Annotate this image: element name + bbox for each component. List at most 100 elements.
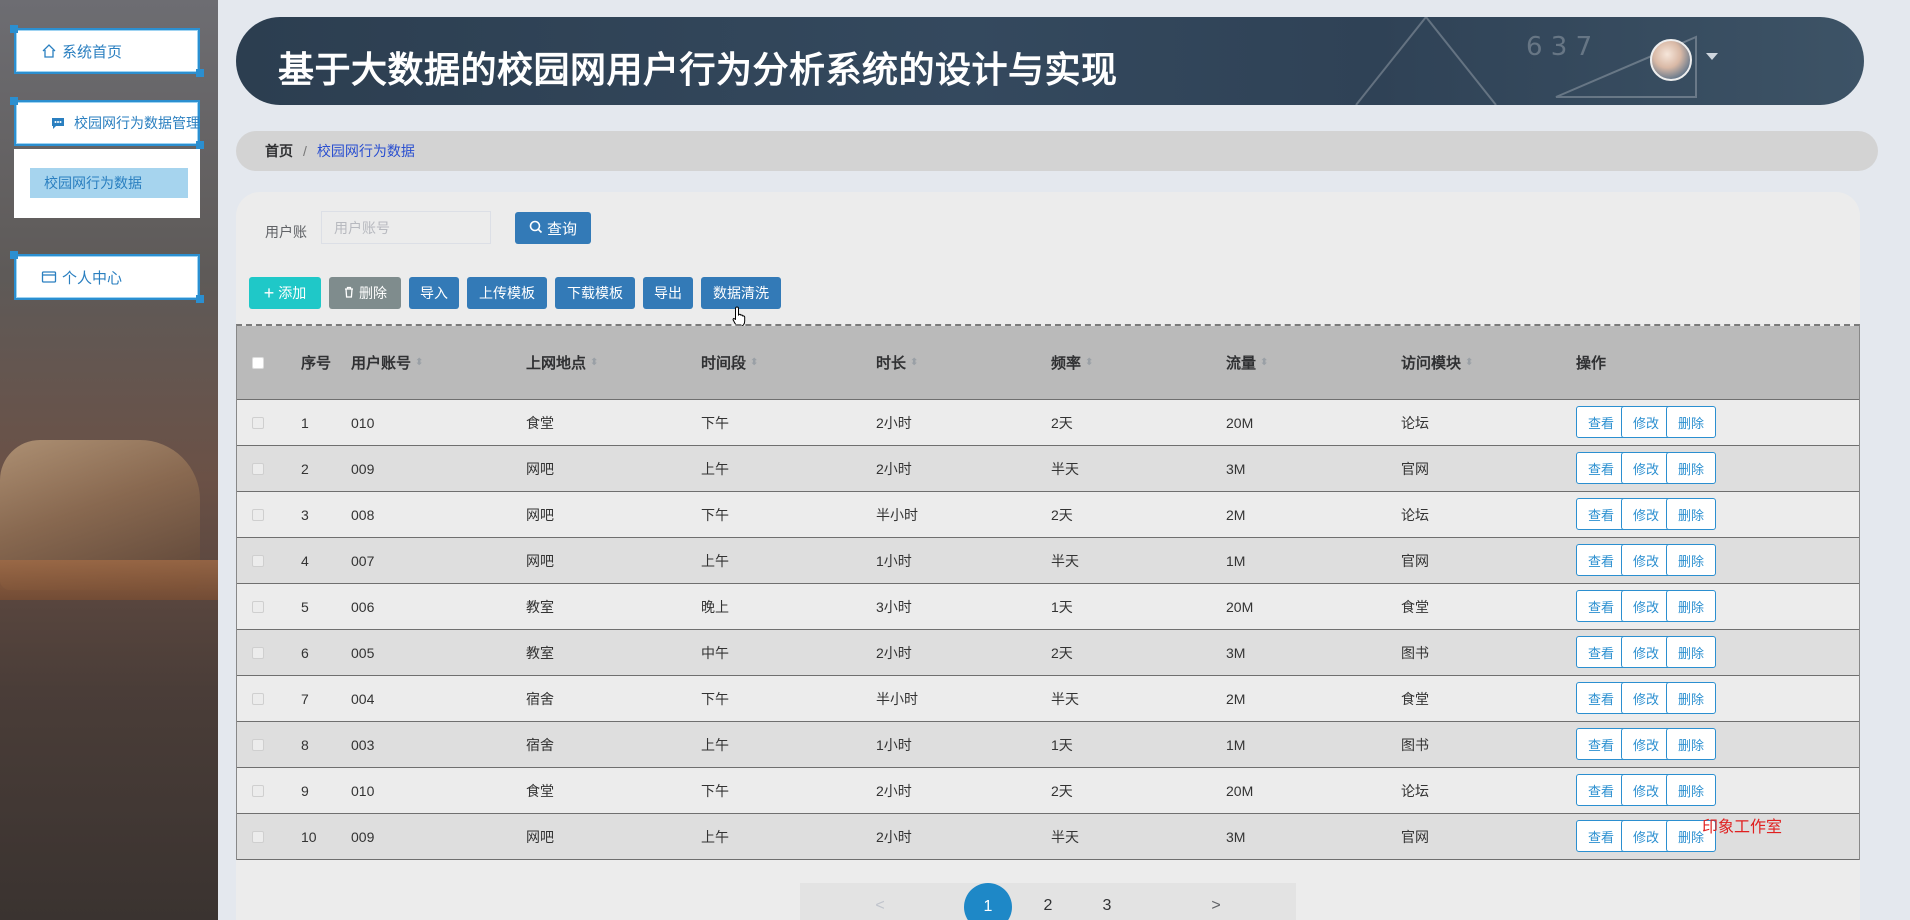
cell-traffic: 1M (1226, 736, 1246, 753)
cell-period: 晚上 (701, 598, 729, 615)
search-button-label: 查询 (546, 220, 577, 238)
row-checkbox[interactable] (252, 400, 264, 445)
sort-icon: ⬍ (590, 357, 599, 368)
edit-button[interactable]: 修改 (1621, 452, 1671, 484)
view-button[interactable]: 查看 (1576, 544, 1626, 576)
cell-duration: 半小时 (876, 506, 918, 523)
delete-button[interactable]: 删除 (1666, 682, 1716, 714)
download-template-button[interactable]: 下载模板 (555, 277, 635, 309)
edit-button[interactable]: 修改 (1621, 774, 1671, 806)
row-checkbox[interactable] (252, 630, 264, 675)
breadcrumb-home[interactable]: 首页 (265, 141, 293, 161)
delete-button[interactable]: 删除 (1666, 498, 1716, 530)
view-button[interactable]: 查看 (1576, 452, 1626, 484)
edit-button[interactable]: 修改 (1621, 498, 1671, 530)
row-checkbox[interactable] (252, 722, 264, 767)
delete-button[interactable]: 删除 (1666, 728, 1716, 760)
view-button[interactable]: 查看 (1576, 636, 1626, 668)
page-button[interactable]: 3 (1097, 883, 1117, 920)
delete-button[interactable]: 删除 (1666, 452, 1716, 484)
row-checkbox[interactable] (252, 814, 264, 859)
row-checkbox[interactable] (252, 492, 264, 537)
column-header-account[interactable]: 用户账号 ⬍ (351, 326, 423, 399)
chevron-down-icon[interactable] (1706, 53, 1718, 60)
cell-traffic: 3M (1226, 828, 1246, 845)
svg-text:6 3 7: 6 3 7 (1526, 32, 1592, 62)
row-checkbox[interactable] (252, 676, 264, 721)
row-checkbox[interactable] (252, 446, 264, 491)
sidebar-item-label: 系统首页 (62, 43, 123, 61)
row-checkbox[interactable] (252, 584, 264, 629)
page-title: 基于大数据的校园网用户行为分析系统的设计与实现 (278, 50, 1118, 91)
cell-location: 网吧 (526, 460, 554, 477)
view-button[interactable]: 查看 (1576, 498, 1626, 530)
edit-button[interactable]: 修改 (1621, 590, 1671, 622)
cell-module: 食堂 (1401, 598, 1429, 615)
cell-frequency: 2天 (1051, 644, 1073, 661)
data-clean-button[interactable]: 数据清洗 (701, 277, 781, 309)
view-button[interactable]: 查看 (1576, 774, 1626, 806)
sidebar-item-personal[interactable]: 个人中心 (10, 251, 204, 303)
row-checkbox[interactable] (252, 538, 264, 583)
column-header-period[interactable]: 时间段 ⬍ (701, 326, 758, 399)
page-button-current[interactable]: 1 (964, 883, 1012, 920)
table-row: 3 008 网吧 下午 半小时 2天 2M 论坛 查看 修改 删除 (237, 492, 1859, 538)
edit-button[interactable]: 修改 (1621, 728, 1671, 760)
view-button[interactable]: 查看 (1576, 590, 1626, 622)
import-button[interactable]: 导入 (409, 277, 459, 309)
view-button[interactable]: 查看 (1576, 406, 1626, 438)
cell-index: 1 (301, 414, 309, 431)
edit-button[interactable]: 修改 (1621, 682, 1671, 714)
cell-period: 下午 (701, 782, 729, 799)
upload-template-button[interactable]: 上传模板 (467, 277, 547, 309)
search-input[interactable] (321, 211, 491, 244)
view-button[interactable]: 查看 (1576, 820, 1626, 852)
delete-button[interactable]: 删除 (1666, 774, 1716, 806)
cell-module: 图书 (1401, 644, 1429, 661)
cell-index: 8 (301, 736, 309, 753)
column-header-location[interactable]: 上网地点 ⬍ (526, 326, 598, 399)
column-header-frequency[interactable]: 频率 ⬍ (1051, 326, 1093, 399)
cell-account: 009 (351, 828, 375, 845)
cell-traffic: 2M (1226, 506, 1246, 523)
data-table: 序号 用户账号 ⬍ 上网地点 ⬍ 时间段 ⬍ 时长 ⬍ 频率 ⬍ 流量 ⬍ 访问模块 ⬍ 操作… (236, 324, 1860, 860)
delete-button[interactable]: 删除 (1666, 406, 1716, 438)
cell-index: 6 (301, 644, 309, 661)
batch-delete-button[interactable]: 删除 (329, 277, 401, 309)
edit-button[interactable]: 修改 (1621, 636, 1671, 668)
sidebar-item-behavior-data[interactable]: 校园网行为数据 (30, 168, 188, 198)
cell-frequency: 2天 (1051, 414, 1073, 431)
cell-frequency: 2天 (1051, 782, 1073, 799)
cell-index: 3 (301, 506, 309, 523)
delete-button[interactable]: 删除 (1666, 636, 1716, 668)
cell-account: 010 (351, 782, 375, 799)
view-button[interactable]: 查看 (1576, 682, 1626, 714)
sidebar-item-home[interactable]: 系统首页 (10, 25, 204, 77)
add-button[interactable]: + 添加 (249, 277, 321, 309)
column-header-module[interactable]: 访问模块 ⬍ (1401, 326, 1473, 399)
delete-button[interactable]: 删除 (1666, 544, 1716, 576)
prev-page-button[interactable]: < (870, 883, 890, 920)
export-button[interactable]: 导出 (643, 277, 693, 309)
delete-button[interactable]: 删除 (1666, 590, 1716, 622)
page-button[interactable]: 2 (1038, 883, 1058, 920)
avatar[interactable] (1650, 39, 1692, 81)
breadcrumb: 首页 / 校园网行为数据 (236, 131, 1878, 171)
search-button[interactable]: 查询 (515, 212, 591, 244)
row-checkbox[interactable] (252, 768, 264, 813)
sort-icon: ⬍ (415, 357, 424, 368)
next-page-button[interactable]: > (1206, 883, 1226, 920)
cell-module: 论坛 (1401, 414, 1429, 431)
select-all-checkbox[interactable] (252, 326, 264, 399)
search-icon (529, 220, 543, 237)
edit-button[interactable]: 修改 (1621, 544, 1671, 576)
column-header-duration[interactable]: 时长 ⬍ (876, 326, 918, 399)
column-header-traffic[interactable]: 流量 ⬍ (1226, 326, 1268, 399)
view-button[interactable]: 查看 (1576, 728, 1626, 760)
sidebar-item-behavior-mgmt[interactable]: 校园网行为数据管理 (10, 97, 204, 149)
search-label: 用户账 (265, 224, 307, 240)
table-row: 7 004 宿舍 下午 半小时 半天 2M 食堂 查看 修改 删除 (237, 676, 1859, 722)
cell-frequency: 2天 (1051, 506, 1073, 523)
edit-button[interactable]: 修改 (1621, 820, 1671, 852)
edit-button[interactable]: 修改 (1621, 406, 1671, 438)
